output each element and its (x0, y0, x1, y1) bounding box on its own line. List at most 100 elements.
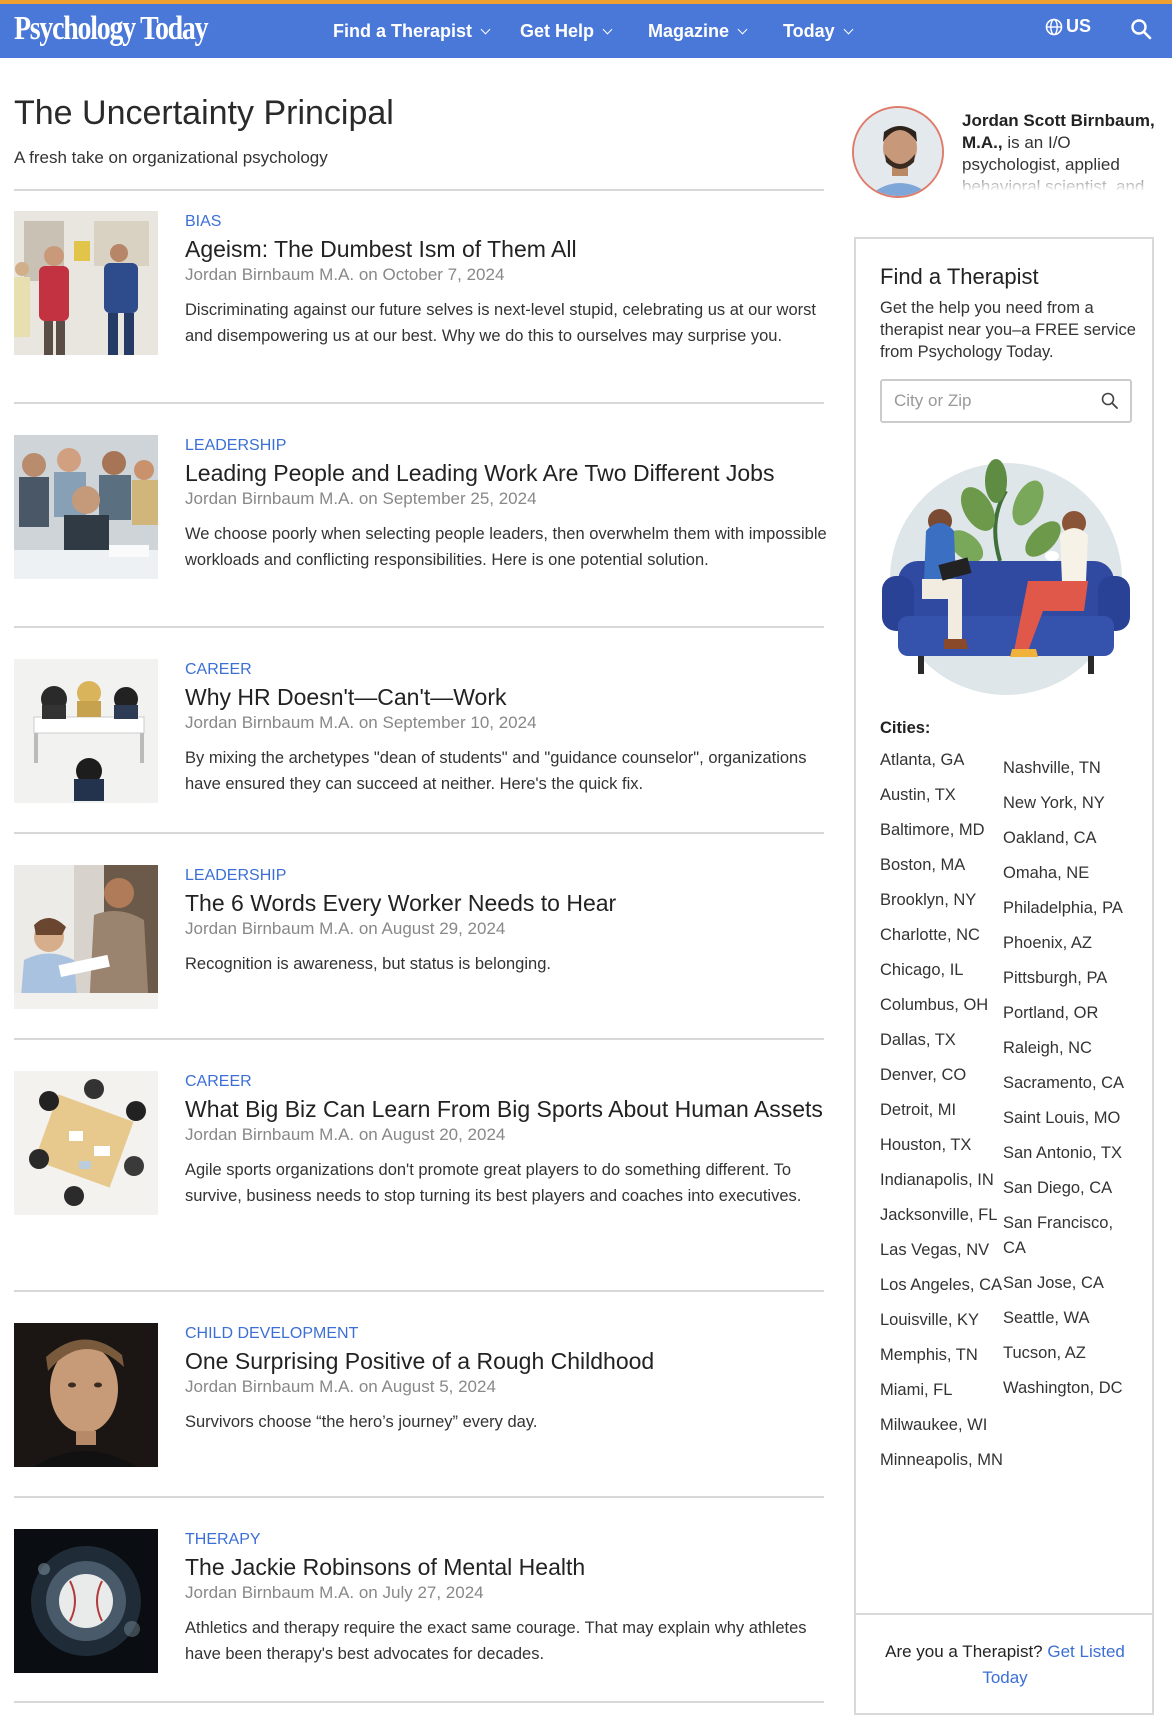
cities-column-right: Nashville, TN New York, NY Oakland, CA Omah… (1003, 756, 1133, 1411)
article-thumbnail[interactable] (14, 1323, 158, 1467)
article-meta: Jordan Birnbaum M.A. on October 7, 2024 (185, 265, 505, 284)
article-category[interactable]: LEADERSHIP (185, 435, 835, 457)
article-title[interactable]: The Jackie Robinsons of Mental Health (185, 1553, 835, 1581)
globe-icon (1045, 18, 1063, 35)
nav-today[interactable]: Today (783, 4, 854, 58)
find-therapist-widget: Find a Therapist Get the help you need f… (854, 237, 1154, 1715)
city-link[interactable]: Nashville, TN (1003, 756, 1133, 781)
search-icon[interactable] (1100, 391, 1120, 411)
region-label: US (1066, 16, 1092, 36)
article-category[interactable]: LEADERSHIP (185, 865, 835, 887)
divider (14, 402, 824, 404)
city-link[interactable]: Dallas, TX (880, 1028, 1010, 1053)
city-link[interactable]: Memphis, TN (880, 1343, 1010, 1368)
article-thumbnail[interactable] (14, 865, 158, 1009)
city-link[interactable]: Las Vegas, NV (880, 1238, 1010, 1263)
city-link[interactable]: Denver, CO (880, 1063, 1010, 1088)
article-category[interactable]: THERAPY (185, 1529, 835, 1551)
article-category[interactable]: CAREER (185, 1071, 835, 1093)
city-link[interactable]: Charlotte, NC (880, 923, 1010, 948)
author-avatar[interactable] (852, 106, 944, 198)
city-link[interactable]: San Francisco, CA (1003, 1211, 1133, 1261)
cities-label: Cities: (880, 719, 931, 737)
city-link[interactable]: Houston, TX (880, 1133, 1010, 1158)
widget-title: Find a Therapist (880, 264, 1039, 289)
divider (14, 1290, 824, 1292)
city-link[interactable]: Oakland, CA (1003, 826, 1133, 851)
article-category[interactable]: CHILD DEVELOPMENT (185, 1323, 835, 1345)
article-meta: Jordan Birnbaum M.A. on September 25, 20… (185, 489, 537, 508)
signup-text: Are you a Therapist? (885, 1642, 1043, 1661)
city-link[interactable]: Jacksonville, FL (880, 1203, 1010, 1228)
city-link[interactable]: Baltimore, MD (880, 818, 1010, 843)
article-title[interactable]: One Surprising Positive of a Rough Child… (185, 1347, 835, 1375)
chevron-down-icon (843, 24, 854, 34)
city-link[interactable]: Philadelphia, PA (1003, 896, 1133, 921)
city-link[interactable]: Boston, MA (880, 853, 1010, 878)
article-thumbnail[interactable] (14, 211, 158, 355)
city-link[interactable]: Atlanta, GA (880, 748, 1010, 773)
article-title[interactable]: What Big Biz Can Learn From Big Sports A… (185, 1095, 835, 1123)
search-button[interactable] (1130, 18, 1152, 40)
cities-column-left: Atlanta, GA Austin, TX Baltimore, MD Boston… (880, 748, 1010, 1483)
article-category[interactable]: BIAS (185, 211, 835, 233)
city-link[interactable]: Portland, OR (1003, 1001, 1133, 1026)
divider (14, 832, 824, 834)
city-link[interactable]: New York, NY (1003, 791, 1133, 816)
bio-fade (962, 168, 1162, 192)
article-teaser: Recognition is awareness, but status is … (185, 955, 551, 973)
city-link[interactable]: San Jose, CA (1003, 1271, 1133, 1296)
city-link[interactable]: San Diego, CA (1003, 1176, 1133, 1201)
article-thumbnail[interactable] (14, 1529, 158, 1673)
city-link[interactable]: Pittsburgh, PA (1003, 966, 1133, 991)
city-link[interactable]: Columbus, OH (880, 993, 1010, 1018)
article-title[interactable]: Why HR Doesn't—Can't—Work (185, 683, 835, 711)
city-link[interactable]: Phoenix, AZ (1003, 931, 1133, 956)
article-thumbnail[interactable] (14, 659, 158, 803)
city-link[interactable]: Washington, DC (1003, 1376, 1133, 1401)
city-link[interactable]: Minneapolis, MN (880, 1448, 1010, 1473)
city-link[interactable]: Raleigh, NC (1003, 1036, 1133, 1061)
city-link[interactable]: Milwaukee, WI (880, 1413, 1010, 1438)
chevron-down-icon (602, 24, 613, 34)
article-teaser: By mixing the archetypes "dean of studen… (185, 749, 807, 793)
article-title[interactable]: Leading People and Leading Work Are Two … (185, 459, 835, 487)
nav-get-help[interactable]: Get Help (520, 4, 613, 58)
city-link[interactable]: San Antonio, TX (1003, 1141, 1133, 1166)
divider (14, 189, 824, 191)
city-link[interactable]: Louisville, KY (880, 1308, 1010, 1333)
city-zip-input[interactable] (880, 379, 1132, 423)
article-meta: Jordan Birnbaum M.A. on August 29, 2024 (185, 919, 506, 938)
article-meta: Jordan Birnbaum M.A. on August 5, 2024 (185, 1377, 496, 1396)
city-link[interactable]: Detroit, MI (880, 1098, 1010, 1123)
divider (14, 1701, 824, 1703)
widget-description: Get the help you need from a therapist n… (880, 299, 1136, 361)
city-link[interactable]: Chicago, IL (880, 958, 1010, 983)
city-link[interactable]: Brooklyn, NY (880, 888, 1010, 913)
city-link[interactable]: Austin, TX (880, 783, 1010, 808)
divider (14, 1496, 824, 1498)
article-thumbnail[interactable] (14, 1071, 158, 1215)
divider (14, 1038, 824, 1040)
article-thumbnail[interactable] (14, 435, 158, 579)
article-meta: Jordan Birnbaum M.A. on July 27, 2024 (185, 1583, 484, 1602)
region-selector[interactable]: US (1045, 16, 1091, 37)
nav-label: Find a Therapist (333, 20, 473, 41)
article-title[interactable]: Ageism: The Dumbest Ism of Them All (185, 235, 835, 263)
article-teaser: Agile sports organizations don't promote… (185, 1161, 802, 1205)
nav-magazine[interactable]: Magazine (648, 4, 748, 58)
site-logo[interactable]: Psychology Today (14, 10, 209, 48)
city-link[interactable]: Sacramento, CA (1003, 1071, 1133, 1096)
city-link[interactable]: Miami, FL (880, 1378, 1010, 1403)
article-category[interactable]: CAREER (185, 659, 835, 681)
article-meta: Jordan Birnbaum M.A. on September 10, 20… (185, 713, 537, 732)
city-link[interactable]: Los Angeles, CA (880, 1273, 1010, 1298)
article-title[interactable]: The 6 Words Every Worker Needs to Hear (185, 889, 835, 917)
therapy-session-illustration (882, 459, 1130, 695)
city-link[interactable]: Seattle, WA (1003, 1306, 1133, 1331)
city-link[interactable]: Indianapolis, IN (880, 1168, 1010, 1193)
city-link[interactable]: Omaha, NE (1003, 861, 1133, 886)
city-link[interactable]: Tucson, AZ (1003, 1341, 1133, 1366)
city-link[interactable]: Saint Louis, MO (1003, 1106, 1133, 1131)
nav-find-therapist[interactable]: Find a Therapist (333, 4, 491, 58)
